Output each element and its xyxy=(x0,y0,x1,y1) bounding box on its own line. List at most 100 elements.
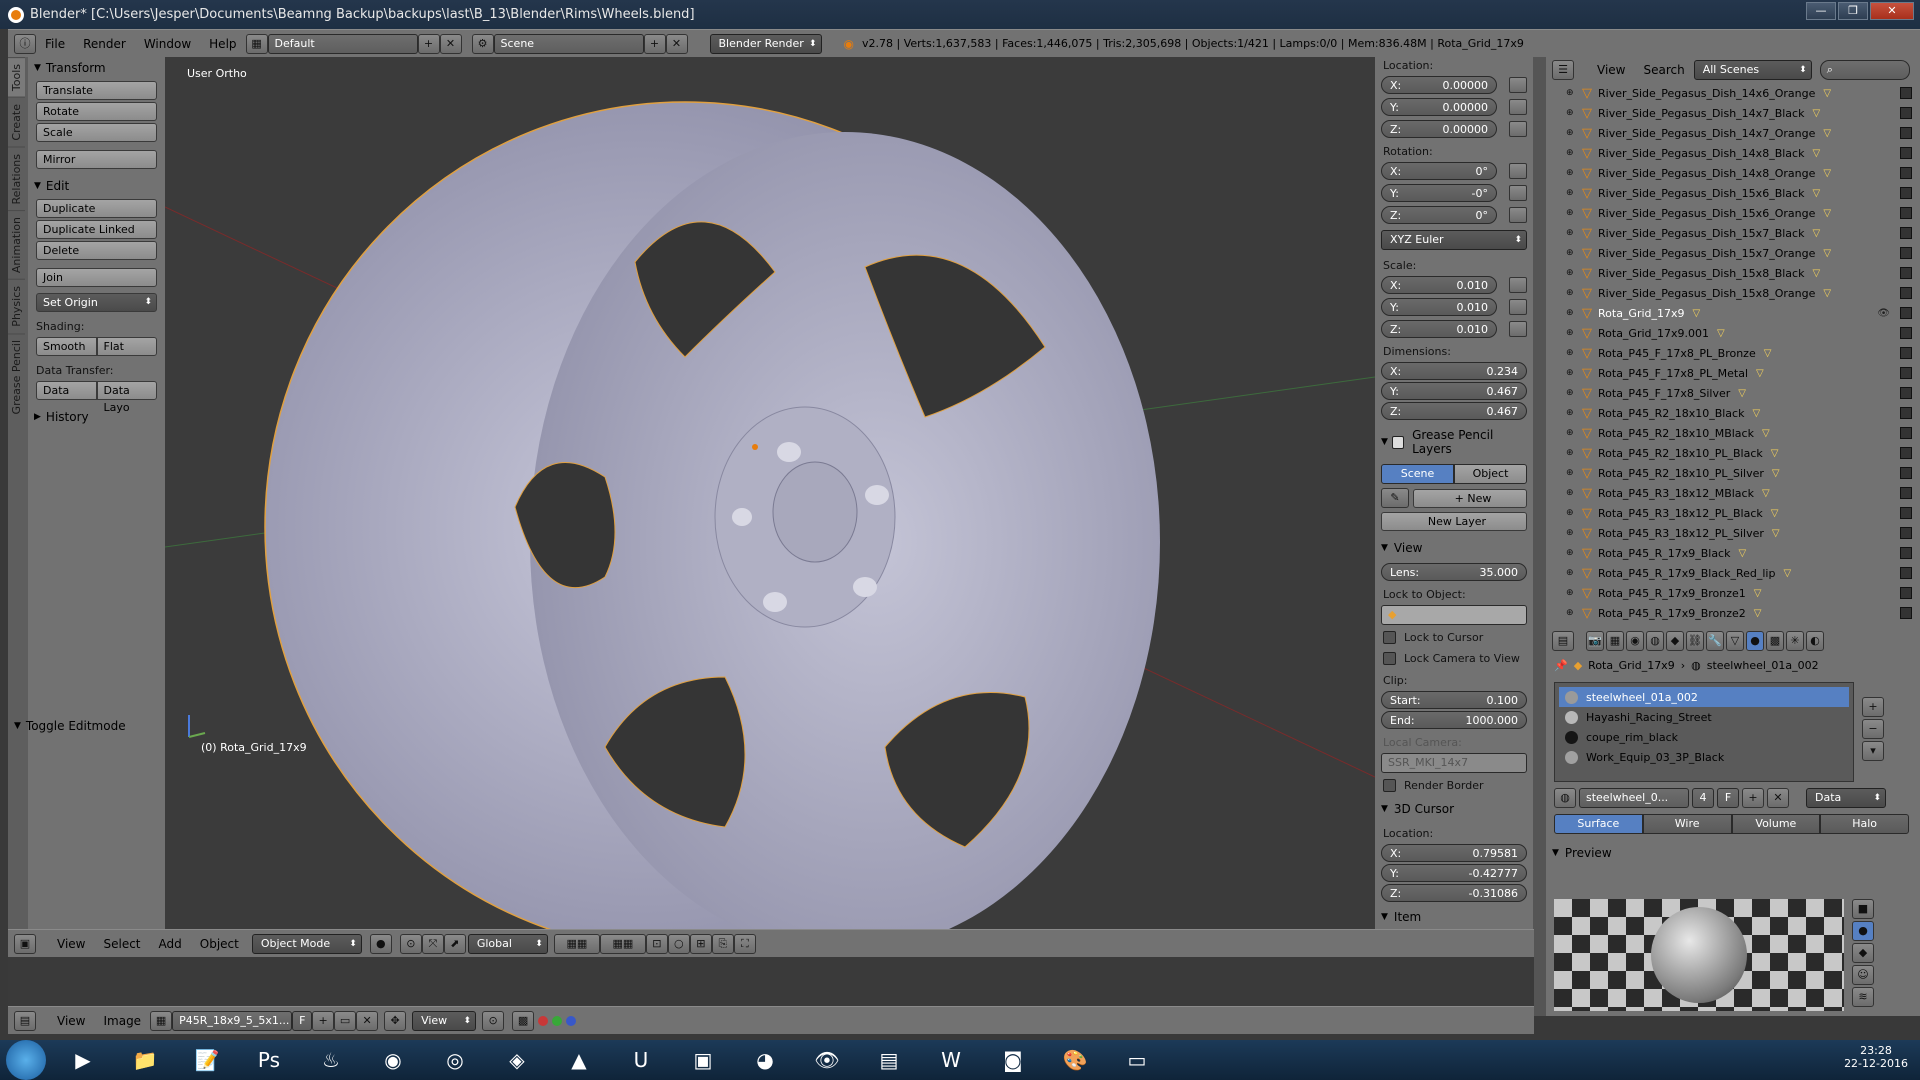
item-panel-header[interactable]: ▼ Item xyxy=(1375,904,1533,929)
preview-monkey-icon[interactable]: ☺ xyxy=(1852,965,1874,985)
render-border-checkbox[interactable] xyxy=(1383,779,1396,792)
media-icon[interactable]: ▶ xyxy=(58,1041,108,1079)
material-users-field[interactable]: 4 xyxy=(1692,788,1714,808)
mode-select[interactable]: Object Mode xyxy=(251,933,362,954)
outliner-item[interactable]: ⊕ ▽ Rota_P45_R_17x9_Bronze2 ▽ xyxy=(1546,603,1920,623)
render-toggle-icon[interactable] xyxy=(1900,347,1912,359)
gp-checkbox[interactable] xyxy=(1391,435,1405,449)
gp-new-button[interactable]: + New xyxy=(1413,488,1527,508)
3d-cursor-header[interactable]: ▼ 3D Cursor xyxy=(1375,796,1533,822)
lock-to-cursor-row[interactable]: Lock to Cursor xyxy=(1375,627,1533,648)
modifiers-tab-icon[interactable]: 🔧 xyxy=(1706,631,1724,651)
outliner-item[interactable]: ⊕ ▽ Rota_P45_R2_18x10_PL_Black ▽ xyxy=(1546,443,1920,463)
expand-plus-icon[interactable]: ⊕ xyxy=(1566,468,1576,478)
cursor-y-field[interactable]: Y: -0.42777 xyxy=(1381,864,1527,882)
tab-tools[interactable]: Tools xyxy=(8,57,25,98)
render-toggle-icon[interactable] xyxy=(1900,267,1912,279)
pencil-icon[interactable]: ✎ xyxy=(1381,488,1409,508)
lens-field[interactable]: Lens: 35.000 xyxy=(1381,563,1527,581)
blue-channel-icon[interactable] xyxy=(566,1015,577,1026)
data-layout-button[interactable]: Data Layo xyxy=(96,381,157,414)
outliner-item[interactable]: ⊕ ▽ River_Side_Pegasus_Dish_14x8_Orange ▽ xyxy=(1546,163,1920,183)
menu-render[interactable]: Render xyxy=(74,37,135,51)
outliner-item[interactable]: ⊕ ▽ River_Side_Pegasus_Dish_15x8_Orange ▽ xyxy=(1546,283,1920,303)
texture-tab-icon[interactable]: ▩ xyxy=(1766,631,1784,651)
image-unlink-icon[interactable]: ✕ xyxy=(356,1010,379,1031)
expand-plus-icon[interactable]: ⊕ xyxy=(1566,348,1576,358)
lock-icon[interactable] xyxy=(1509,277,1527,293)
outliner-item[interactable]: ⊕ ▽ River_Side_Pegasus_Dish_14x7_Black ▽ xyxy=(1546,103,1920,123)
outliner-item[interactable]: ⊕ ▽ River_Side_Pegasus_Dish_15x8_Black ▽ xyxy=(1546,263,1920,283)
word-icon[interactable]: W xyxy=(926,1041,976,1079)
render-toggle-icon[interactable] xyxy=(1900,167,1912,179)
expand-plus-icon[interactable]: ⊕ xyxy=(1566,488,1576,498)
grease-pencil-header[interactable]: ▼ Grease Pencil Layers xyxy=(1375,422,1533,462)
physics-tab-icon[interactable]: ◐ xyxy=(1806,631,1824,651)
outliner-item[interactable]: ⊕ ▽ Rota_P45_R2_18x10_Black ▽ xyxy=(1546,403,1920,423)
layout-icon[interactable]: ▦ xyxy=(245,33,268,54)
image-view-menu[interactable]: View xyxy=(48,1014,94,1028)
render-tab-icon[interactable]: 📷 xyxy=(1586,631,1604,651)
gp-new-layer-button[interactable]: New Layer xyxy=(1381,512,1527,531)
expand-plus-icon[interactable]: ⊕ xyxy=(1566,208,1576,218)
preview-cube-icon[interactable]: ◆ xyxy=(1852,943,1874,963)
outliner-filter-select[interactable]: All Scenes xyxy=(1693,60,1812,80)
folder-icon[interactable]: 📁 xyxy=(120,1041,170,1079)
translate-button[interactable]: Translate xyxy=(36,81,157,100)
unity-icon[interactable]: ◈ xyxy=(492,1041,542,1079)
office-icon[interactable]: ▣ xyxy=(678,1041,728,1079)
outliner-item[interactable]: ⊕ ▽ River_Side_Pegasus_Dish_14x8_Black ▽ xyxy=(1546,143,1920,163)
preview-flat-icon[interactable]: ■ xyxy=(1852,899,1874,919)
render-engine-select[interactable]: Blender Render xyxy=(709,33,822,54)
opengl-render-icon[interactable]: ⛶ xyxy=(733,933,756,954)
lock-icon[interactable] xyxy=(1509,163,1527,179)
layers-tab-icon[interactable]: ▦ xyxy=(1606,631,1624,651)
scene-remove-icon[interactable]: ✕ xyxy=(665,33,688,54)
steam-icon[interactable]: ♨ xyxy=(306,1041,356,1079)
location-x-field[interactable]: X: 0.00000 xyxy=(1381,76,1497,94)
slot-add-icon[interactable]: + xyxy=(1862,697,1884,717)
image-mode-select[interactable]: View xyxy=(412,1010,477,1031)
minimize-button[interactable]: — xyxy=(1806,2,1836,20)
outliner-item[interactable]: ⊕ ▽ Rota_P45_R2_18x10_MBlack ▽ xyxy=(1546,423,1920,443)
expand-plus-icon[interactable]: ⊕ xyxy=(1566,308,1576,318)
render-toggle-icon[interactable] xyxy=(1900,547,1912,559)
expand-plus-icon[interactable]: ⊕ xyxy=(1566,108,1576,118)
render-toggle-icon[interactable] xyxy=(1900,127,1912,139)
location-z-field[interactable]: Z: 0.00000 xyxy=(1381,120,1497,138)
render-toggle-icon[interactable] xyxy=(1900,567,1912,579)
layout-field[interactable]: Default xyxy=(267,33,418,54)
view-panel-header[interactable]: ▼ View xyxy=(1375,535,1533,561)
manipulator-icon[interactable]: ⤧ xyxy=(421,933,444,954)
data-tab-icon[interactable]: ▽ xyxy=(1726,631,1744,651)
scale-z-field[interactable]: Z: 0.010 xyxy=(1381,320,1497,338)
expand-plus-icon[interactable]: ⊕ xyxy=(1566,288,1576,298)
channel-rgb-icon[interactable]: ▩ xyxy=(512,1010,535,1031)
outliner-item[interactable]: ⊕ ▽ Rota_P45_F_17x8_Silver ▽ xyxy=(1546,383,1920,403)
uplay-icon[interactable]: U xyxy=(616,1041,666,1079)
outliner-item[interactable]: ⊕ ▽ River_Side_Pegasus_Dish_15x6_Black ▽ xyxy=(1546,183,1920,203)
eye-icon[interactable]: 👁 xyxy=(802,1041,852,1079)
material-slot[interactable]: Work_Equip_03_3P_Black xyxy=(1559,747,1849,767)
render-border-row[interactable]: Render Border xyxy=(1375,775,1533,796)
lock-icon[interactable] xyxy=(1509,77,1527,93)
expand-plus-icon[interactable]: ⊕ xyxy=(1566,608,1576,618)
lock-icon[interactable] xyxy=(1509,207,1527,223)
discord-icon[interactable]: ◙ xyxy=(988,1041,1038,1079)
chrome-icon[interactable]: ◉ xyxy=(368,1041,418,1079)
proportional-icon[interactable]: ○ xyxy=(667,933,690,954)
image-new-icon[interactable]: + xyxy=(312,1010,335,1031)
scene-tab-icon[interactable]: ◉ xyxy=(1626,631,1644,651)
render-toggle-icon[interactable] xyxy=(1900,427,1912,439)
gp-object-tab[interactable]: Object xyxy=(1454,464,1527,484)
location-y-field[interactable]: Y: 0.00000 xyxy=(1381,98,1497,116)
clock[interactable]: 23:28 22-12-2016 xyxy=(1844,1044,1908,1070)
outliner-search-menu[interactable]: Search xyxy=(1634,63,1693,77)
rotation-z-field[interactable]: Z: 0° xyxy=(1381,206,1497,224)
volume-tab[interactable]: Volume xyxy=(1731,814,1821,834)
constraints-tab-icon[interactable]: ⛓ xyxy=(1686,631,1704,651)
outliner-item[interactable]: ⊕ ▽ Rota_Grid_17x9 ▽ 👁 xyxy=(1546,303,1920,323)
outliner-item[interactable]: ⊕ ▽ Rota_P45_R3_18x12_MBlack ▽ xyxy=(1546,483,1920,503)
dimension-x-field[interactable]: X: 0.234 xyxy=(1381,362,1527,380)
green-channel-icon[interactable] xyxy=(552,1015,563,1026)
